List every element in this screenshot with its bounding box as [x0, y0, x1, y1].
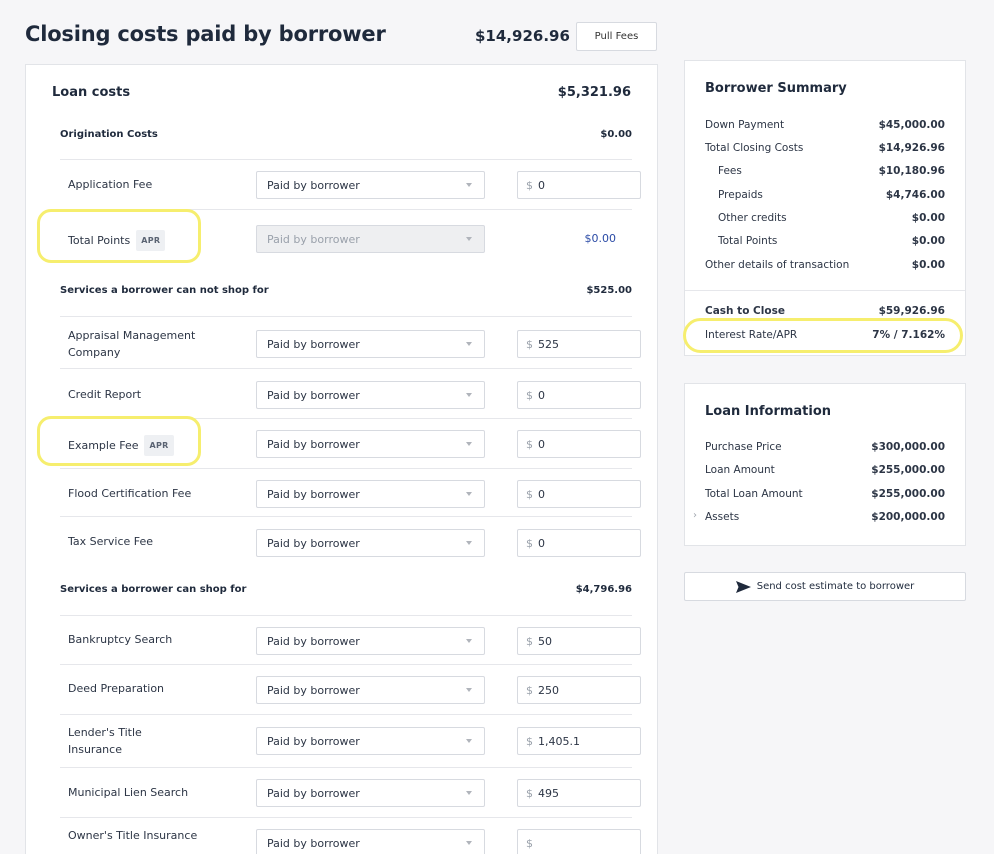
fee-label: Tax Service Fee [68, 535, 154, 548]
fee-row-total-points: Total Points APR Paid by borrower $0.00 [60, 209, 632, 267]
paid-by-select[interactable]: Paid by borrower [256, 430, 485, 458]
chevron-down-icon [466, 393, 472, 397]
chevron-down-icon [466, 342, 472, 346]
loan-row-total-loan-amount: Total Loan Amount $255,000.00 [705, 488, 945, 500]
fee-label: Application Fee [68, 178, 153, 191]
divider [685, 290, 965, 291]
amount-input[interactable]: $50 [517, 627, 641, 655]
section-title: Services a borrower can not shop for [60, 284, 269, 296]
loan-costs-card: Loan costs $5,321.96 Origination Costs $… [25, 64, 658, 854]
borrower-summary-title: Borrower Summary [705, 81, 847, 96]
amount-input[interactable]: $250 [517, 676, 641, 704]
fee-row-flood-certification: Flood Certification Fee Paid by borrower… [60, 468, 641, 516]
summary-row-total-closing-costs: Total Closing Costs $14,926.96 [705, 142, 945, 154]
fee-row-bankruptcy-search: Bankruptcy Search Paid by borrower $50 [60, 615, 641, 664]
paid-by-select: Paid by borrower [256, 225, 485, 253]
amount-input[interactable]: $0 [517, 529, 641, 557]
amount-input[interactable]: $0 [517, 480, 641, 508]
summary-row-fees: Fees $10,180.96 [718, 165, 945, 177]
chevron-down-icon [466, 237, 472, 241]
send-cost-estimate-button[interactable]: Send cost estimate to borrower [684, 572, 966, 601]
loan-information-title: Loan Information [705, 404, 832, 419]
fee-row-appraisal-management: Appraisal Management Company Paid by bor… [60, 316, 641, 368]
fee-row-lenders-title-insurance: Lender's Title Insurance Paid by borrowe… [60, 714, 641, 767]
amount-input[interactable]: $0 [517, 381, 641, 409]
loan-row-loan-amount: Loan Amount $255,000.00 [705, 464, 945, 476]
fee-label: Example Fee APR [68, 435, 174, 456]
fee-label: Credit Report [68, 388, 142, 401]
pull-fees-button[interactable]: Pull Fees [576, 22, 657, 51]
fee-label: Total Points APR [68, 230, 166, 251]
fee-label: Bankruptcy Search [68, 633, 173, 646]
paid-by-select[interactable]: Paid by borrower [256, 529, 485, 557]
chevron-down-icon [466, 791, 472, 795]
paid-by-select[interactable]: Paid by borrower [256, 480, 485, 508]
chevron-down-icon [466, 541, 472, 545]
summary-row-prepaids: Prepaids $4,746.00 [718, 189, 945, 201]
chevron-down-icon [466, 739, 472, 743]
fee-label: Owner's Title Insurance [68, 829, 198, 842]
loan-row-assets[interactable]: Assets $200,000.00 [705, 508, 945, 526]
summary-row-other-credits: Other credits $0.00 [718, 212, 945, 224]
amount-input[interactable]: $ [517, 829, 641, 854]
amount-input[interactable]: $525 [517, 330, 641, 358]
paid-by-select[interactable]: Paid by borrower [256, 171, 485, 199]
summary-row-other-details: Other details of transaction $0.00 [705, 259, 945, 271]
section-total: $4,796.96 [575, 583, 632, 595]
loan-information-card: Loan Information Purchase Price $300,000.… [684, 383, 966, 546]
fee-row-example-fee: Example Fee APR Paid by borrower $0 [60, 418, 641, 468]
fee-label: Lender's Title Insurance [68, 726, 142, 756]
fee-row-credit-report: Credit Report Paid by borrower $0 [60, 368, 641, 418]
send-icon [735, 580, 751, 593]
paid-by-select[interactable]: Paid by borrower [256, 676, 485, 704]
chevron-down-icon [466, 688, 472, 692]
fee-row-municipal-lien-search: Municipal Lien Search Paid by borrower $… [60, 767, 641, 817]
summary-row-total-points: Total Points $0.00 [718, 235, 945, 247]
loan-costs-title: Loan costs [52, 85, 131, 100]
closing-costs-total: $14,926.96 [475, 27, 570, 45]
fee-row-owners-title-insurance: Owner's Title Insurance Paid by borrower… [60, 817, 641, 854]
paid-by-select[interactable]: Paid by borrower [256, 381, 485, 409]
amount-input[interactable]: $1,405.1 [517, 727, 641, 755]
fee-label: Appraisal Management Company [68, 329, 196, 359]
section-title: Origination Costs [60, 128, 158, 140]
summary-row-down-payment: Down Payment $45,000.00 [705, 119, 945, 131]
summary-row-cash-to-close: Cash to Close $59,926.96 [705, 305, 945, 317]
loan-row-purchase-price: Purchase Price $300,000.00 [705, 441, 945, 453]
paid-by-select[interactable]: Paid by borrower [256, 727, 485, 755]
apr-badge: APR [136, 230, 166, 251]
fee-row-deed-preparation: Deed Preparation Paid by borrower $250 [60, 664, 641, 714]
loan-costs-total: $5,321.96 [557, 85, 631, 100]
chevron-down-icon [466, 841, 472, 845]
section-total: $0.00 [600, 128, 632, 140]
chevron-right-icon[interactable]: › [693, 510, 697, 521]
paid-by-select[interactable]: Paid by borrower [256, 829, 485, 854]
paid-by-select[interactable]: Paid by borrower [256, 779, 485, 807]
amount-input[interactable]: $0 [517, 171, 641, 199]
fee-row-tax-service: Tax Service Fee Paid by borrower $0 [60, 516, 641, 566]
chevron-down-icon [466, 183, 472, 187]
apr-badge: APR [144, 435, 174, 456]
section-title: Services a borrower can shop for [60, 583, 247, 595]
chevron-down-icon [466, 639, 472, 643]
amount-input[interactable]: $495 [517, 779, 641, 807]
send-button-label: Send cost estimate to borrower [756, 581, 915, 592]
paid-by-select[interactable]: Paid by borrower [256, 627, 485, 655]
amount-value: $0.00 [584, 232, 617, 245]
amount-input[interactable]: $0 [517, 430, 641, 458]
fee-label: Municipal Lien Search [68, 786, 189, 799]
paid-by-select[interactable]: Paid by borrower [256, 330, 485, 358]
section-can-shop: Services a borrower can shop for $4,796.… [60, 579, 632, 599]
fee-label: Deed Preparation [68, 682, 165, 695]
page-title: Closing costs paid by borrower [25, 22, 386, 46]
borrower-summary-card: Borrower Summary Down Payment $45,000.00 … [684, 60, 966, 356]
fee-row-application-fee: Application Fee Paid by borrower $0 [60, 159, 641, 209]
summary-row-interest-rate: Interest Rate/APR 7% / 7.162% [705, 329, 945, 341]
section-origination-costs: Origination Costs $0.00 [60, 124, 632, 144]
chevron-down-icon [466, 492, 472, 496]
fee-label: Flood Certification Fee [68, 487, 192, 500]
section-total: $525.00 [586, 284, 632, 296]
section-cannot-shop: Services a borrower can not shop for $52… [60, 280, 632, 300]
chevron-down-icon [466, 442, 472, 446]
